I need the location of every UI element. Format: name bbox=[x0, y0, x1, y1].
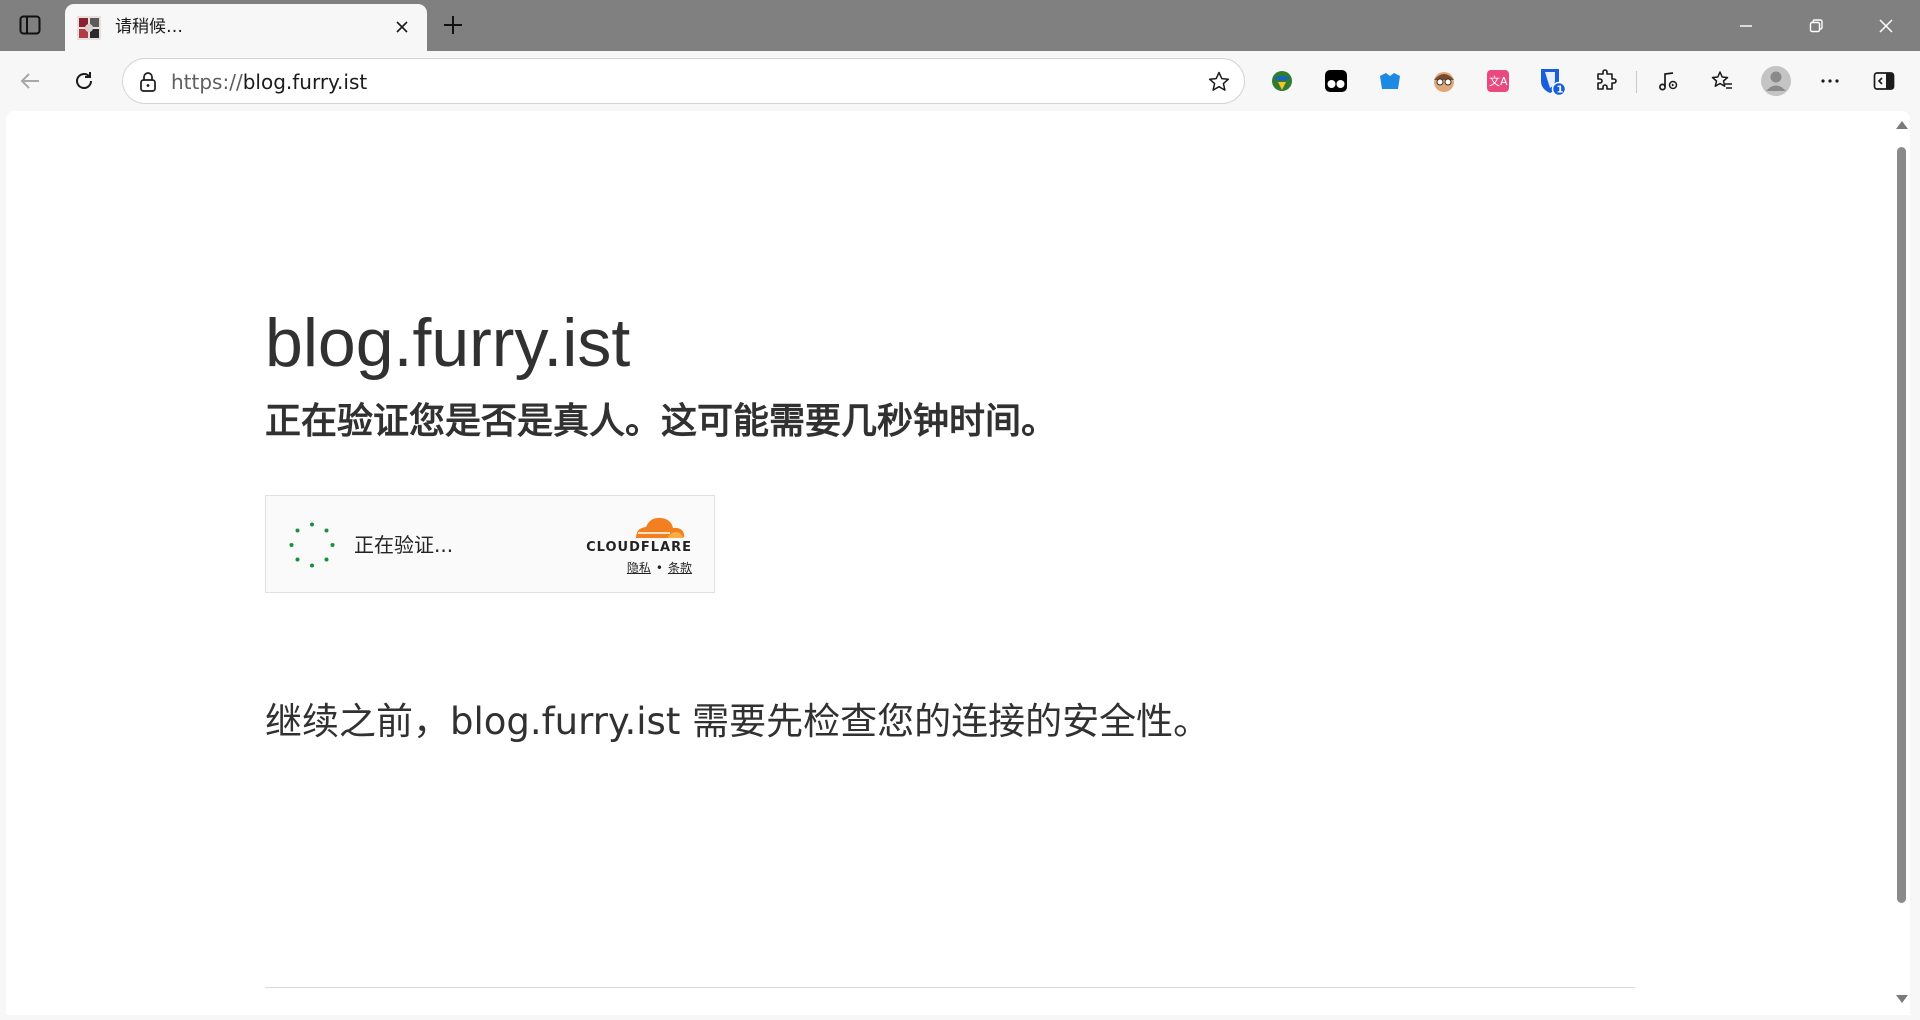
footer-divider bbox=[265, 987, 1635, 988]
url-host: blog.furry.ist bbox=[242, 70, 368, 94]
extensions-button[interactable] bbox=[1588, 63, 1624, 99]
scroll-down-arrow-icon[interactable] bbox=[1896, 995, 1908, 1003]
tab-actions-button[interactable] bbox=[12, 12, 48, 38]
url-text[interactable]: https://blog.furry.ist bbox=[171, 71, 367, 93]
tampermonkey-icon bbox=[1325, 70, 1347, 92]
tab-active[interactable]: 请稍候… bbox=[65, 4, 427, 51]
url-scheme: https:// bbox=[171, 70, 243, 94]
media-music-icon bbox=[1659, 72, 1678, 91]
settings-menu-button[interactable] bbox=[1812, 63, 1848, 99]
reload-button[interactable] bbox=[66, 63, 102, 99]
minimize-icon bbox=[1740, 24, 1752, 27]
close-icon bbox=[1879, 18, 1893, 33]
close-window-button[interactable] bbox=[1856, 0, 1916, 51]
extension-globe-downloader[interactable] bbox=[1264, 63, 1300, 99]
back-arrow-icon bbox=[20, 73, 39, 89]
site-title: blog.furry.ist bbox=[265, 305, 631, 381]
extension-bitwarden[interactable]: 1 bbox=[1534, 63, 1570, 99]
back-button[interactable] bbox=[12, 63, 48, 99]
tab-title: 请稍候… bbox=[115, 17, 183, 37]
svg-text:文A: 文A bbox=[1489, 74, 1508, 88]
sidebar-toggle-button[interactable] bbox=[1866, 63, 1902, 99]
close-icon bbox=[396, 21, 408, 33]
lock-icon bbox=[140, 72, 156, 92]
more-dots-icon bbox=[1821, 79, 1839, 83]
page-viewport: blog.furry.ist 正在验证您是否是真人。这可能需要几秒钟时间。 正在… bbox=[6, 111, 1910, 1015]
extension-translate[interactable]: 文A bbox=[1480, 63, 1516, 99]
favorites-button[interactable] bbox=[1704, 63, 1740, 99]
reload-icon bbox=[76, 72, 92, 89]
blue-box-extension-icon bbox=[1380, 73, 1400, 89]
extension-face-avatar[interactable] bbox=[1426, 63, 1462, 99]
plus-icon bbox=[444, 16, 462, 34]
profile-button[interactable] bbox=[1758, 63, 1794, 99]
turnstile-widget[interactable]: 正在验证... CLOUDFLARE 隐私 • 条款 bbox=[265, 495, 715, 593]
restore-button[interactable] bbox=[1786, 0, 1846, 51]
link-separator: • bbox=[655, 561, 663, 575]
sidebar-layout-icon bbox=[19, 15, 41, 35]
site-favicon-icon bbox=[77, 16, 101, 40]
star-icon bbox=[1208, 71, 1230, 91]
puzzle-extensions-icon bbox=[1597, 69, 1617, 90]
site-info-button[interactable] bbox=[135, 69, 161, 95]
security-notice: 继续之前，blog.furry.ist 需要先检查您的连接的安全性。 bbox=[265, 700, 1211, 743]
minimize-button[interactable] bbox=[1716, 0, 1776, 51]
bitwarden-icon: 1 bbox=[1541, 69, 1567, 96]
extension-tampermonkey[interactable] bbox=[1318, 63, 1354, 99]
sidebar-panel-icon bbox=[1873, 72, 1895, 90]
verification-subtitle: 正在验证您是否是真人。这可能需要几秒钟时间。 bbox=[265, 401, 1058, 442]
restore-icon bbox=[1809, 18, 1823, 32]
cloudflare-wordmark: CLOUDFLARE bbox=[586, 540, 692, 555]
browser-toolbar: https://blog.furry.ist 文A 1 bbox=[0, 51, 1920, 111]
media-control-button[interactable] bbox=[1650, 63, 1686, 99]
face-avatar-extension-icon bbox=[1434, 72, 1454, 92]
vertical-scrollbar[interactable] bbox=[1892, 111, 1910, 1015]
privacy-link[interactable]: 隐私 bbox=[627, 561, 651, 575]
globe-downloader-icon bbox=[1272, 71, 1292, 91]
tab-strip: 请稍候… bbox=[0, 0, 1920, 51]
svg-text:1: 1 bbox=[1557, 85, 1564, 96]
translate-extension-icon: 文A bbox=[1487, 70, 1509, 92]
favorites-star-list-icon bbox=[1711, 71, 1732, 89]
toolbar-divider bbox=[1636, 71, 1637, 93]
favorite-button[interactable] bbox=[1206, 69, 1232, 95]
new-tab-button[interactable] bbox=[438, 10, 468, 40]
scrollbar-thumb[interactable] bbox=[1897, 147, 1906, 903]
cloudflare-links: 隐私 • 条款 bbox=[627, 560, 692, 576]
verifying-status: 正在验证... bbox=[354, 533, 454, 557]
scroll-up-arrow-icon[interactable] bbox=[1896, 121, 1908, 129]
extension-blue-box[interactable] bbox=[1372, 63, 1408, 99]
avatar-icon bbox=[1761, 66, 1791, 96]
loading-spinner-icon bbox=[289, 522, 335, 568]
tab-close-button[interactable] bbox=[391, 16, 413, 38]
address-bar[interactable]: https://blog.furry.ist bbox=[122, 58, 1245, 104]
terms-link[interactable]: 条款 bbox=[668, 561, 692, 575]
